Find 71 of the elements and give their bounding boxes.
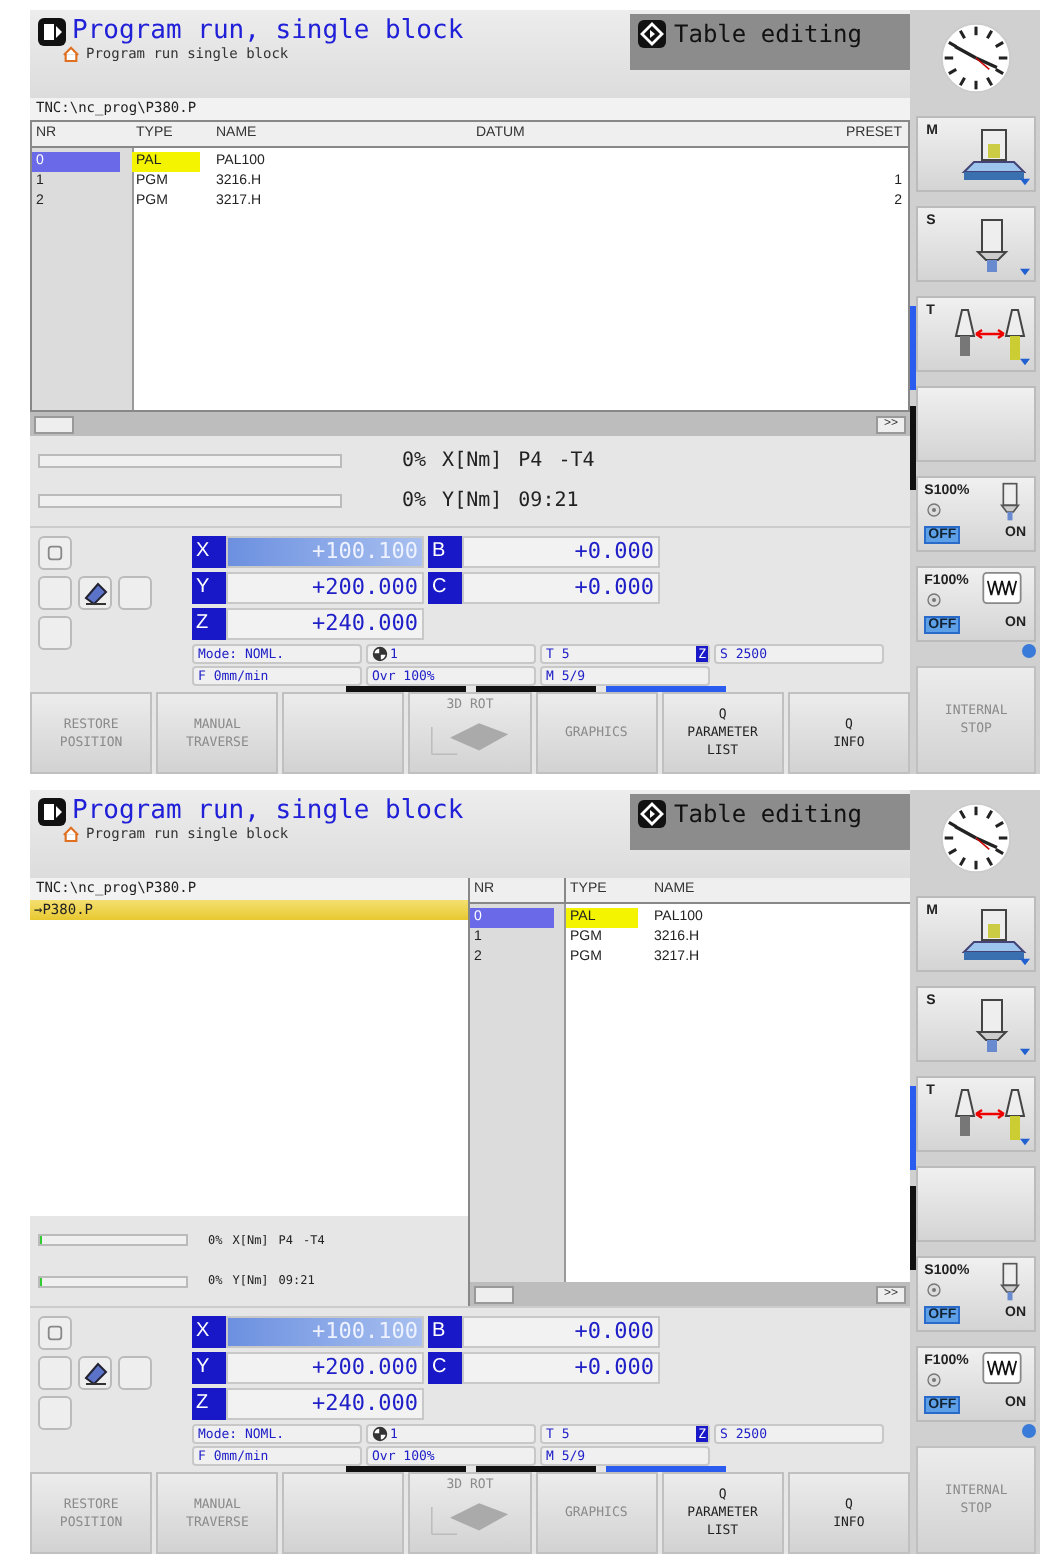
help-icon bbox=[1022, 644, 1036, 658]
meter-reading: X[Nm] bbox=[442, 449, 503, 472]
eraser-icon bbox=[81, 579, 109, 607]
machine-button[interactable] bbox=[916, 1166, 1036, 1242]
home-icon bbox=[62, 46, 80, 62]
axis-label: Y bbox=[192, 1352, 226, 1384]
dropdown-triangle-icon bbox=[1020, 268, 1030, 276]
axis-position: +200.000 bbox=[226, 572, 424, 604]
mode-title: Program run, single block bbox=[72, 16, 464, 46]
table-edit-icon bbox=[638, 800, 666, 828]
square-icon bbox=[46, 544, 64, 562]
table-edit-icon bbox=[638, 20, 666, 48]
axis-label: Z bbox=[192, 1388, 226, 1420]
machine-button[interactable] bbox=[916, 386, 1036, 462]
clock-icon bbox=[938, 800, 1015, 876]
mode-tab[interactable]: Table editing bbox=[630, 14, 910, 70]
axis-label: B bbox=[428, 536, 462, 568]
axis-position: +0.000 bbox=[462, 1316, 660, 1348]
axis-position: +0.000 bbox=[462, 572, 660, 604]
axis-label: B bbox=[428, 1316, 462, 1348]
scrollbar-thumb[interactable] bbox=[474, 1285, 514, 1303]
dropdown-triangle-icon bbox=[1020, 178, 1030, 186]
meter-reading: 0% bbox=[402, 449, 427, 472]
meter-reading: Y[Nm] bbox=[442, 490, 503, 513]
knob-icon bbox=[926, 1282, 943, 1298]
softkey[interactable] bbox=[282, 1472, 405, 1554]
axis-position: +240.000 bbox=[226, 1388, 424, 1420]
axis-label: C bbox=[428, 572, 462, 604]
spindle-icon bbox=[998, 482, 1022, 522]
tool-change-icon bbox=[950, 308, 1031, 364]
axis-label: Z bbox=[192, 608, 226, 640]
dropdown-triangle-icon bbox=[1020, 958, 1030, 966]
help-icon bbox=[1022, 1424, 1036, 1438]
axis-position: +0.000 bbox=[462, 1352, 660, 1384]
meter-reading: -T4 bbox=[558, 449, 595, 472]
axis-position: +100.100 bbox=[226, 536, 424, 568]
mode-title: Program run, single block bbox=[72, 796, 464, 826]
axis-position: +0.000 bbox=[462, 536, 660, 568]
zigzag-feed-icon bbox=[982, 1352, 1022, 1384]
zigzag-feed-icon bbox=[982, 572, 1022, 604]
dropdown-triangle-icon bbox=[1020, 1048, 1030, 1056]
axis-position: +240.000 bbox=[226, 608, 424, 640]
knob-icon bbox=[926, 592, 943, 608]
clock-icon bbox=[938, 20, 1015, 96]
tool-change-icon bbox=[950, 1088, 1031, 1144]
softkey[interactable] bbox=[282, 692, 405, 774]
knob-icon bbox=[926, 502, 943, 518]
meter-reading: 0% bbox=[402, 490, 427, 513]
datum-icon bbox=[372, 646, 388, 662]
eraser-button[interactable] bbox=[78, 576, 112, 610]
scrollbar-thumb[interactable] bbox=[34, 415, 74, 433]
program-run-icon bbox=[38, 17, 66, 45]
axis-label: X bbox=[192, 536, 226, 568]
dropdown-triangle-icon bbox=[1020, 1138, 1030, 1146]
meter-reading: P4 bbox=[518, 449, 543, 472]
spindle-icon bbox=[998, 1262, 1022, 1302]
axis-label: C bbox=[428, 1352, 462, 1384]
datum-icon bbox=[372, 1426, 388, 1442]
axis-position: +200.000 bbox=[226, 1352, 424, 1384]
home-icon bbox=[62, 826, 80, 842]
program-run-icon bbox=[38, 797, 66, 825]
axis-label: Y bbox=[192, 572, 226, 604]
eraser-icon bbox=[81, 1359, 109, 1387]
axis-position: +100.100 bbox=[226, 1316, 424, 1348]
knob-icon bbox=[926, 1372, 943, 1388]
axis-label: X bbox=[192, 1316, 226, 1348]
mode-tab[interactable]: Table editing bbox=[630, 794, 910, 850]
square-icon bbox=[46, 1324, 64, 1342]
eraser-button[interactable] bbox=[78, 1356, 112, 1390]
dropdown-triangle-icon bbox=[1020, 358, 1030, 366]
meter-reading: 09:21 bbox=[518, 490, 579, 513]
